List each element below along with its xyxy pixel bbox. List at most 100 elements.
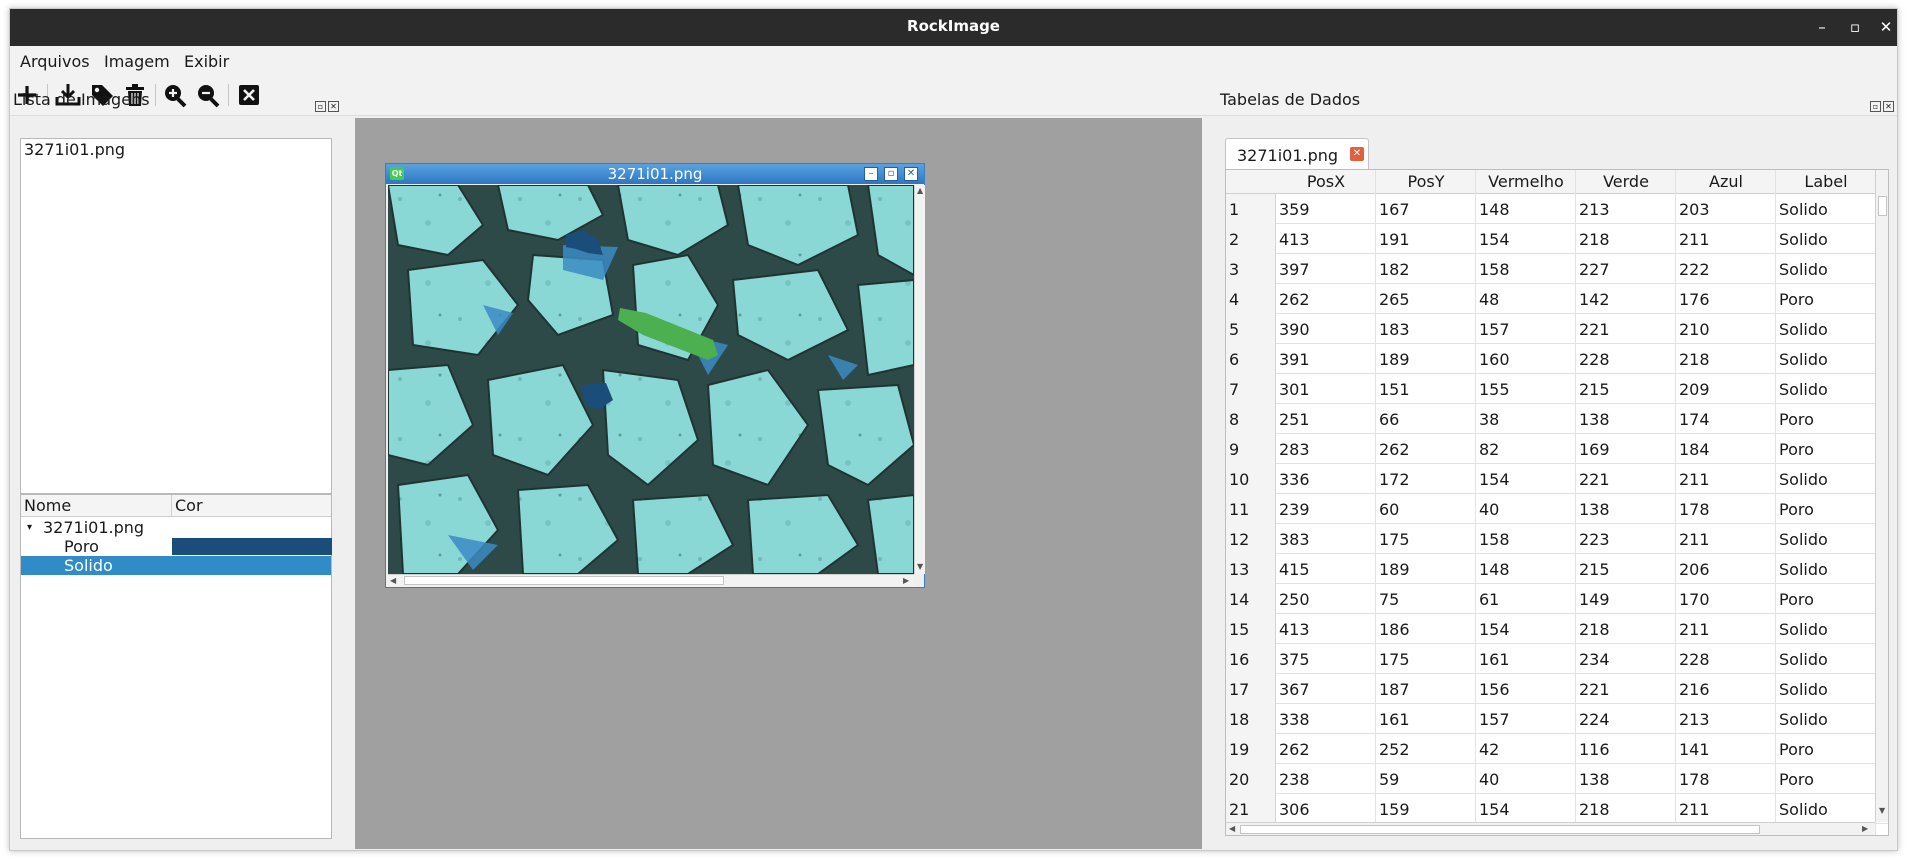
table-cell[interactable]: 170 <box>1679 590 1710 609</box>
table-row[interactable]: 6 391 189 160 228 218 Solido <box>1226 344 1888 374</box>
scrollbar-thumb[interactable] <box>1878 196 1887 216</box>
table-cell[interactable]: 375 <box>1279 650 1310 669</box>
table-cell[interactable]: Solido <box>1779 320 1828 339</box>
table-cell[interactable]: 156 <box>1479 680 1510 699</box>
table-cell[interactable]: Solido <box>1779 650 1828 669</box>
table-row[interactable]: 20 238 59 40 138 178 Poro <box>1226 764 1888 794</box>
table-cell[interactable]: 238 <box>1279 770 1310 789</box>
table-row[interactable]: 5 390 183 157 221 210 Solido <box>1226 314 1888 344</box>
table-cell[interactable]: 40 <box>1479 500 1499 519</box>
table-cell[interactable]: 161 <box>1379 710 1410 729</box>
row-header[interactable]: 21 <box>1226 794 1276 824</box>
close-window-button[interactable]: ✕ <box>1874 15 1898 39</box>
row-header[interactable]: 7 <box>1226 374 1276 404</box>
table-cell[interactable]: 383 <box>1279 530 1310 549</box>
table-cell[interactable]: Solido <box>1779 350 1828 369</box>
table-cell[interactable]: 75 <box>1379 590 1399 609</box>
tree-item-poro[interactable]: Poro <box>21 537 332 556</box>
table-cell[interactable]: 61 <box>1479 590 1499 609</box>
image-list-item[interactable]: 3271i01.png <box>21 139 331 160</box>
table-cell[interactable]: 149 <box>1579 590 1610 609</box>
table-row[interactable]: 11 239 60 40 138 178 Poro <box>1226 494 1888 524</box>
table-cell[interactable]: Poro <box>1779 440 1814 459</box>
close-image-button[interactable] <box>234 81 264 109</box>
close-icon[interactable]: ✕ <box>328 101 339 112</box>
table-cell[interactable]: 160 <box>1479 350 1510 369</box>
table-cell[interactable]: 60 <box>1379 500 1399 519</box>
table-cell[interactable]: 221 <box>1579 320 1610 339</box>
table-cell[interactable]: Poro <box>1779 590 1814 609</box>
table-cell[interactable]: Poro <box>1779 290 1814 309</box>
row-header[interactable]: 1 <box>1226 194 1276 224</box>
table-cell[interactable]: 390 <box>1279 320 1310 339</box>
table-cell[interactable]: Solido <box>1779 530 1828 549</box>
table-cell[interactable]: 413 <box>1279 230 1310 249</box>
table-cell[interactable]: 154 <box>1479 620 1510 639</box>
table-cell[interactable]: 191 <box>1379 230 1410 249</box>
table-cell[interactable]: 176 <box>1679 290 1710 309</box>
rock-thin-section-image[interactable] <box>388 185 914 574</box>
maximize-button[interactable]: ▫ <box>1843 15 1867 39</box>
table-cell[interactable]: 252 <box>1379 740 1410 759</box>
row-header[interactable]: 14 <box>1226 584 1276 614</box>
row-header[interactable]: 20 <box>1226 764 1276 794</box>
table-cell[interactable]: 218 <box>1679 350 1710 369</box>
column-azul[interactable]: Azul <box>1676 172 1776 191</box>
table-cell[interactable]: 157 <box>1479 320 1510 339</box>
table-cell[interactable]: 211 <box>1679 620 1710 639</box>
column-label[interactable]: Label <box>1776 172 1876 191</box>
subwindow-title-bar[interactable]: Qt 3271i01.png – ▫ ✕ <box>386 164 924 184</box>
table-cell[interactable]: 138 <box>1579 500 1610 519</box>
table-cell[interactable]: 213 <box>1679 710 1710 729</box>
zoom-out-button[interactable] <box>193 81 223 109</box>
table-cell[interactable]: 189 <box>1379 560 1410 579</box>
image-list[interactable]: 3271i01.png <box>20 138 332 494</box>
float-icon[interactable]: ▫ <box>1870 101 1881 112</box>
column-nome[interactable]: Nome <box>24 496 71 515</box>
column-vermelho[interactable]: Vermelho <box>1476 172 1576 191</box>
row-header[interactable]: 15 <box>1226 614 1276 644</box>
row-header[interactable]: 12 <box>1226 524 1276 554</box>
subwindow-minimize-button[interactable]: – <box>864 167 878 181</box>
row-header[interactable]: 10 <box>1226 464 1276 494</box>
table-row[interactable]: 17 367 187 156 221 216 Solido <box>1226 674 1888 704</box>
image-subwindow[interactable]: Qt 3271i01.png – ▫ ✕ ▲ ▼ ◀ ▶ <box>385 163 925 588</box>
table-cell[interactable]: 359 <box>1279 200 1310 219</box>
table-cell[interactable]: 148 <box>1479 200 1510 219</box>
table-row[interactable]: 21 306 159 154 218 211 Solido <box>1226 794 1888 824</box>
label-tree[interactable]: Nome Cor ▾ 3271i01.png Poro Solido <box>20 494 332 839</box>
table-cell[interactable]: 413 <box>1279 620 1310 639</box>
table-cell[interactable]: 211 <box>1679 800 1710 819</box>
zoom-in-button[interactable] <box>160 81 190 109</box>
table-cell[interactable]: 172 <box>1379 470 1410 489</box>
table-cell[interactable]: 262 <box>1379 440 1410 459</box>
row-header[interactable]: 5 <box>1226 314 1276 344</box>
table-cell[interactable]: Solido <box>1779 380 1828 399</box>
table-cell[interactable]: 216 <box>1679 680 1710 699</box>
row-header[interactable]: 6 <box>1226 344 1276 374</box>
table-cell[interactable]: 239 <box>1279 500 1310 519</box>
table-cell[interactable]: 42 <box>1479 740 1499 759</box>
table-cell[interactable]: 157 <box>1479 710 1510 729</box>
column-verde[interactable]: Verde <box>1576 172 1676 191</box>
table-row[interactable]: 1 359 167 148 213 203 Solido <box>1226 194 1888 224</box>
table-cell[interactable]: 215 <box>1579 380 1610 399</box>
table-cell[interactable]: 218 <box>1579 620 1610 639</box>
table-cell[interactable]: 283 <box>1279 440 1310 459</box>
table-cell[interactable]: 397 <box>1279 260 1310 279</box>
table-cell[interactable]: Poro <box>1779 500 1814 519</box>
column-posx[interactable]: PosX <box>1276 172 1376 191</box>
row-header[interactable]: 13 <box>1226 554 1276 584</box>
menu-arquivos[interactable]: Arquivos <box>20 52 90 71</box>
table-cell[interactable]: 48 <box>1479 290 1499 309</box>
data-table[interactable]: PosX PosY Vermelho Verde Azul Label 1 359… <box>1225 169 1889 836</box>
table-horizontal-scrollbar[interactable]: ◀ ▶ <box>1226 822 1875 835</box>
menu-exibir[interactable]: Exibir <box>184 52 229 71</box>
scrollbar-thumb[interactable] <box>404 576 724 585</box>
table-cell[interactable]: 234 <box>1579 650 1610 669</box>
table-cell[interactable]: 175 <box>1379 650 1410 669</box>
table-row[interactable]: 18 338 161 157 224 213 Solido <box>1226 704 1888 734</box>
table-cell[interactable]: Solido <box>1779 710 1828 729</box>
table-row[interactable]: 3 397 182 158 227 222 Solido <box>1226 254 1888 284</box>
table-cell[interactable]: Solido <box>1779 620 1828 639</box>
